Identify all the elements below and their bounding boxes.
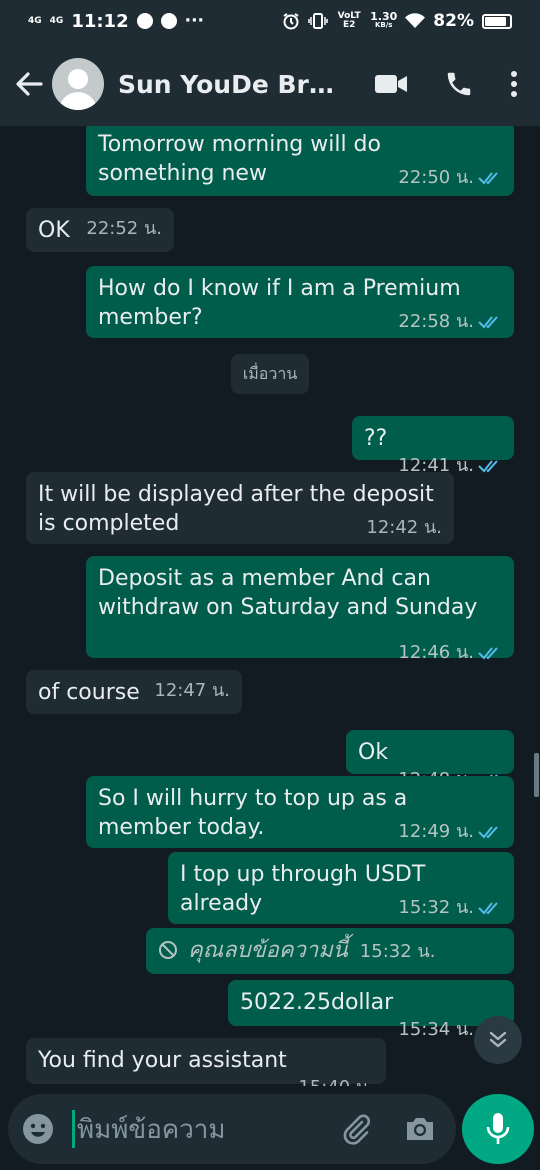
message-time: 12:47 น.: [154, 680, 230, 701]
back-arrow-icon[interactable]: [12, 67, 46, 101]
message-meta: 22:58 น.: [398, 311, 502, 333]
message-bubble[interactable]: It will be displayed after the deposit i…: [26, 472, 454, 544]
read-receipt-icon: [478, 826, 498, 839]
message-bubble[interactable]: How do I know if I am a Premium member? …: [86, 266, 514, 338]
message-meta: 22:50 น.: [398, 167, 502, 189]
message-bubble[interactable]: ?? 12:41 น.: [352, 416, 514, 476]
message-time: 12:42 น.: [366, 517, 442, 538]
battery-percentage: 82%: [433, 11, 474, 31]
network-speed-value: 1.30: [370, 10, 398, 23]
message-bubble[interactable]: So I will hurry to top up as a member to…: [86, 776, 514, 848]
network-indicator-1: 4G: [28, 15, 42, 26]
emoji-icon[interactable]: [22, 1113, 54, 1145]
read-receipt-icon: [478, 460, 498, 473]
message-text: I top up through USDT already: [180, 862, 426, 916]
battery-icon: [482, 13, 512, 29]
message-text: Ok: [358, 740, 389, 765]
message-meta: 12:42 น.: [366, 517, 442, 539]
message-time: 22:50 น.: [398, 167, 474, 188]
attach-icon[interactable]: [340, 1113, 372, 1145]
more-options-icon[interactable]: [510, 70, 518, 98]
message-input[interactable]: พิมพ์ข้อความ: [77, 1109, 277, 1150]
message-bubble[interactable]: I top up through USDT already 15:32 น.: [168, 852, 514, 924]
message-text: ??: [364, 426, 388, 451]
message-bubble[interactable]: Deposit as a member And can withdraw on …: [86, 556, 514, 663]
message-text: OK: [38, 218, 70, 243]
message-bubble[interactable]: of course 12:47 น.: [26, 670, 242, 714]
message-bubble[interactable]: Ok 12:48 น.: [346, 730, 514, 790]
deleted-message-text: คุณลบข้อความนี้: [188, 937, 348, 963]
deleted-icon: [159, 941, 177, 959]
message-composer: พิมพ์ข้อความ: [8, 1094, 456, 1164]
message-text: Tomorrow morning will do something new: [98, 132, 381, 186]
network-indicator-2: 4G: [49, 15, 64, 26]
message-text: So I will hurry to top up as a member to…: [98, 786, 408, 840]
line-notification-icon: [136, 13, 153, 29]
message-meta: 12:47 น.: [154, 680, 230, 702]
network-speed-unit: KB/s: [374, 21, 393, 29]
message-meta: 12:46 น.: [398, 642, 502, 664]
contact-avatar[interactable]: [52, 58, 104, 110]
message-time: 15:40 น.: [298, 1077, 374, 1086]
read-receipt-icon: [478, 647, 498, 660]
vibrate-icon: [308, 13, 328, 29]
status-time: 11:12: [71, 10, 129, 32]
message-meta: 15:32 น.: [398, 897, 502, 919]
message-text: 5022.25dollar: [240, 990, 394, 1015]
message-time: 15:32 น.: [359, 941, 436, 962]
message-bubble[interactable]: OK 22:52 น.: [26, 208, 174, 252]
message-meta: 15:32 น.: [360, 941, 436, 963]
message-bubble[interactable]: Tomorrow morning will do something new 2…: [86, 126, 514, 196]
message-text: Deposit as a member And can withdraw on …: [98, 566, 478, 620]
message-bubble[interactable]: 5022.25dollar 15:34 น.: [228, 980, 514, 1040]
microphone-icon: [486, 1113, 510, 1144]
read-receipt-icon: [478, 902, 498, 915]
message-time: 12:46 น.: [398, 642, 474, 663]
status-bar: 4G 4G 11:12 ··· VoLTE2 1.30 KB/s 82%: [0, 0, 540, 42]
message-text: You find your assistant: [38, 1048, 287, 1073]
message-time: 15:34 น.: [398, 1019, 474, 1040]
video-call-icon[interactable]: [374, 73, 408, 95]
message-time: 15:32 น.: [398, 897, 474, 918]
double-chevron-down-icon: [489, 1031, 507, 1048]
message-time: 22:52 น.: [86, 218, 162, 239]
voice-call-icon[interactable]: [444, 69, 474, 99]
message-time: 22:58 น.: [398, 311, 474, 332]
read-receipt-icon: [478, 172, 498, 185]
message-meta: 15:40 น.: [298, 1077, 374, 1086]
message-time: 12:49 น.: [398, 821, 474, 842]
volte-indicator: VoLTE2: [337, 11, 361, 30]
message-list[interactable]: Tomorrow morning will do something new 2…: [0, 126, 540, 1086]
network-speed: 1.30 KB/s: [370, 10, 398, 30]
scroll-to-bottom-button[interactable]: [474, 1016, 522, 1064]
text-cursor: [72, 1110, 75, 1148]
more-notifications-icon: ···: [184, 11, 204, 31]
contact-name[interactable]: Sun YouDe Broke...: [118, 70, 346, 99]
message-meta: 22:52 น.: [86, 218, 162, 240]
message-bubble[interactable]: You find your assistant 15:40 น.: [26, 1038, 386, 1086]
deleted-message-bubble[interactable]: คุณลบข้อความนี้ 15:32 น.: [146, 928, 514, 974]
date-separator: เมื่อวาน: [231, 354, 309, 394]
voice-message-button[interactable]: [462, 1094, 534, 1164]
alarm-icon: [283, 13, 299, 30]
read-receipt-icon: [478, 316, 498, 329]
scrollbar-thumb[interactable]: [534, 753, 539, 797]
messenger-notification-icon: [160, 13, 177, 29]
camera-icon[interactable]: [404, 1115, 436, 1143]
message-text: of course: [38, 680, 140, 705]
wifi-icon: [405, 13, 426, 28]
message-meta: 12:49 น.: [398, 821, 502, 843]
chat-header: Sun YouDe Broke...: [0, 42, 540, 126]
